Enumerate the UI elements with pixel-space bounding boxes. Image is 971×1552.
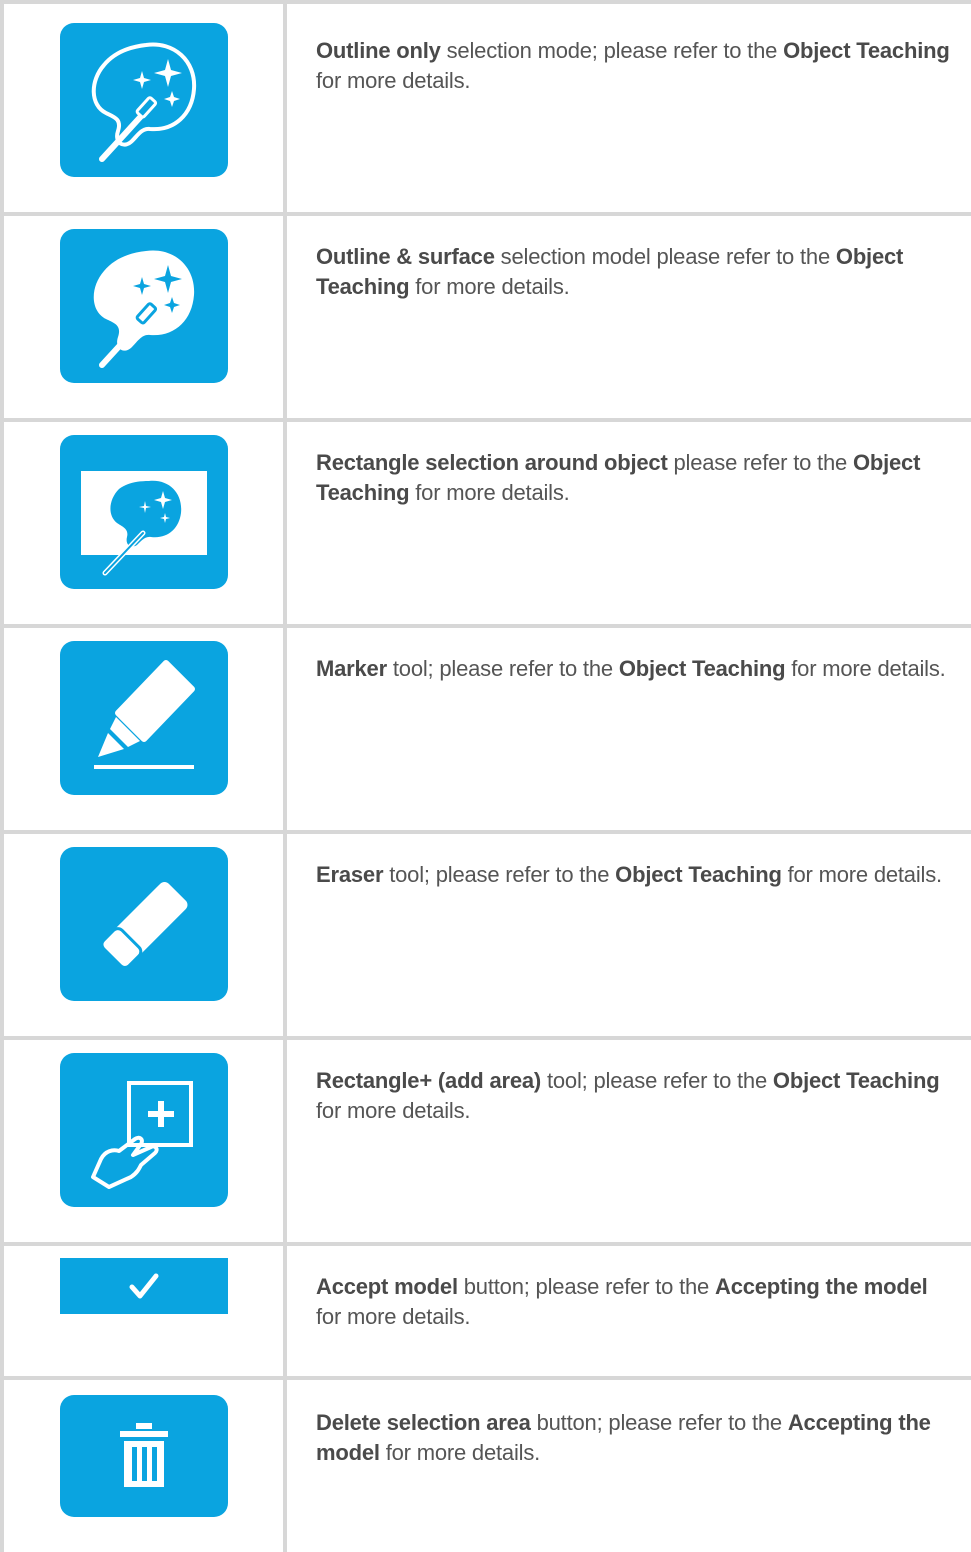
outline-only-wand-icon — [91, 42, 197, 162]
desc-text: tool; please refer to the — [386, 656, 619, 681]
tool-name: Delete selection area — [316, 1410, 531, 1435]
desc-text: selection mode; please refer to the — [440, 38, 784, 63]
row-divider — [0, 830, 971, 834]
desc-text: selection model please refer to the — [494, 244, 836, 269]
reference-link[interactable]: Object Teaching — [619, 656, 786, 681]
row-divider — [0, 1376, 971, 1380]
row-divider — [0, 1036, 971, 1040]
desc-text: button; please refer to the — [530, 1410, 788, 1435]
row-description: Accept model button; please refer to the… — [316, 1272, 952, 1332]
desc-text: for more details. — [379, 1440, 541, 1465]
row-description: Delete selection area button; please ref… — [316, 1408, 952, 1468]
row-description: Outline & surface selection model please… — [316, 242, 952, 302]
outline-surface-wand-icon — [93, 250, 195, 368]
desc-text: for more details. — [409, 480, 570, 505]
tool-name: Rectangle selection around object — [316, 450, 668, 475]
desc-text: for more details. — [785, 656, 946, 681]
row-description: Eraser tool; please refer to the Object … — [316, 860, 952, 890]
desc-text: tool; please refer to the — [541, 1068, 773, 1093]
desc-text: for more details. — [316, 1098, 471, 1123]
table-left-border — [0, 0, 4, 1552]
tool-name: Outline & surface — [316, 244, 495, 269]
tool-name: Rectangle+ (add area) — [316, 1068, 542, 1093]
reference-link[interactable]: Object Teaching — [773, 1068, 940, 1093]
marker-icon — [94, 660, 195, 769]
table-column-divider — [283, 0, 287, 1552]
reference-link[interactable]: Accepting the model — [715, 1274, 928, 1299]
tool-reference-table: Outline only selection mode; please refe… — [0, 0, 971, 1552]
row-divider — [0, 0, 971, 4]
row-description: Rectangle+ (add area) tool; please refer… — [316, 1066, 952, 1126]
row-divider — [0, 1242, 971, 1246]
desc-text: for more details. — [781, 862, 943, 887]
desc-text: for more details. — [316, 68, 471, 93]
desc-text: please refer to the — [667, 450, 853, 475]
trash-icon — [120, 1423, 168, 1487]
rectangle-plus-hand-icon — [91, 1081, 193, 1189]
eraser-icon — [100, 881, 188, 969]
row-divider — [0, 418, 971, 422]
tool-name: Marker — [316, 656, 387, 681]
rectangle-plus-button[interactable] — [60, 1053, 228, 1207]
row-divider — [0, 624, 971, 628]
reference-link[interactable]: Object Teaching — [615, 862, 782, 887]
checkmark-icon — [129, 1273, 159, 1299]
desc-text: tool; please refer to the — [383, 862, 616, 887]
row-description: Marker tool; please refer to the Object … — [316, 654, 952, 684]
tool-name: Outline only — [316, 38, 441, 63]
rectangle-selection-wand-icon — [81, 471, 207, 576]
row-description: Rectangle selection around object please… — [316, 448, 952, 508]
marker-tool-button[interactable] — [60, 641, 228, 795]
tool-name: Accept model — [316, 1274, 458, 1299]
reference-link[interactable]: Object Teaching — [783, 38, 950, 63]
accept-model-button[interactable] — [60, 1258, 228, 1314]
eraser-tool-button[interactable] — [60, 847, 228, 1001]
desc-text: for more details. — [316, 1304, 471, 1329]
rectangle-selection-button[interactable] — [60, 435, 228, 589]
tool-name: Eraser — [316, 862, 384, 887]
outline-surface-button[interactable] — [60, 229, 228, 383]
row-description: Outline only selection mode; please refe… — [316, 36, 952, 96]
desc-text: for more details. — [409, 274, 570, 299]
desc-text: button; please refer to the — [457, 1274, 716, 1299]
row-divider — [0, 212, 971, 216]
delete-selection-button[interactable] — [60, 1395, 228, 1517]
outline-only-button[interactable] — [60, 23, 228, 177]
